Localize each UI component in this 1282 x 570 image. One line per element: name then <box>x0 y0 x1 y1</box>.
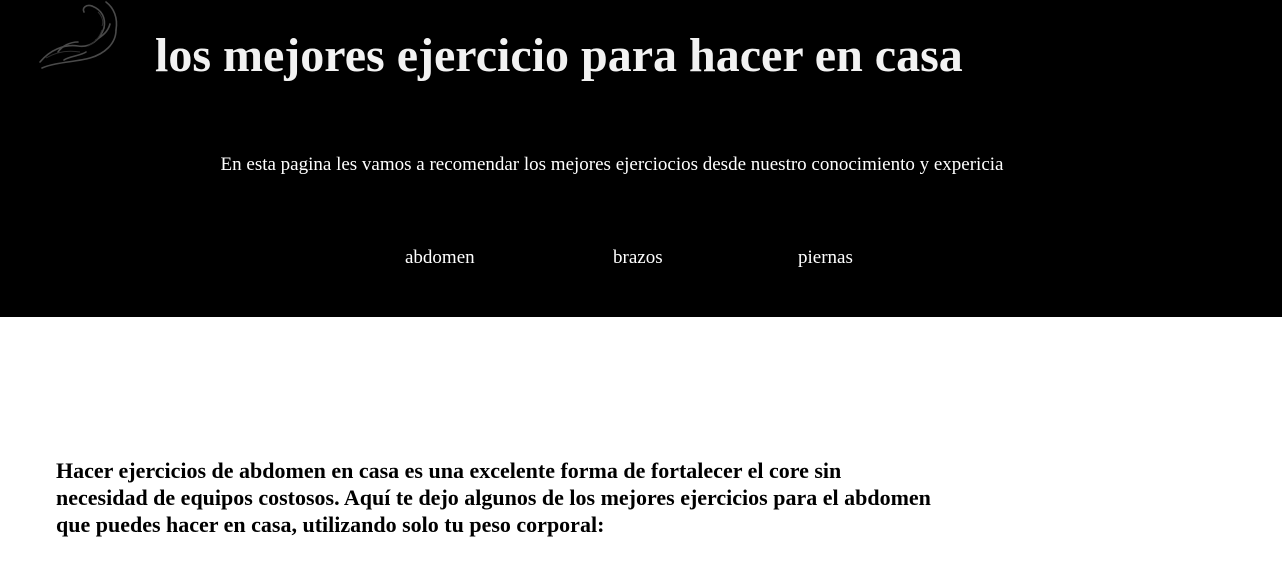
nav-link-piernas[interactable]: piernas <box>798 246 853 270</box>
nav-link-brazos[interactable]: brazos <box>613 246 663 270</box>
flexed-arm-icon <box>30 0 122 74</box>
page-header: los mejores ejercicio para hacer en casa… <box>0 0 1282 317</box>
nav-link-abdomen[interactable]: abdomen <box>405 246 475 270</box>
page-title: los mejores ejercicio para hacer en casa <box>155 29 963 82</box>
intro-text: En esta pagina les vamos a recomendar lo… <box>220 154 1004 175</box>
main-nav: abdomen brazos piernas <box>0 246 1282 270</box>
abdomen-intro-paragraph: Hacer ejercicios de abdomen en casa es u… <box>56 458 931 537</box>
main-content: Hacer ejercicios de abdomen en casa es u… <box>56 457 936 538</box>
